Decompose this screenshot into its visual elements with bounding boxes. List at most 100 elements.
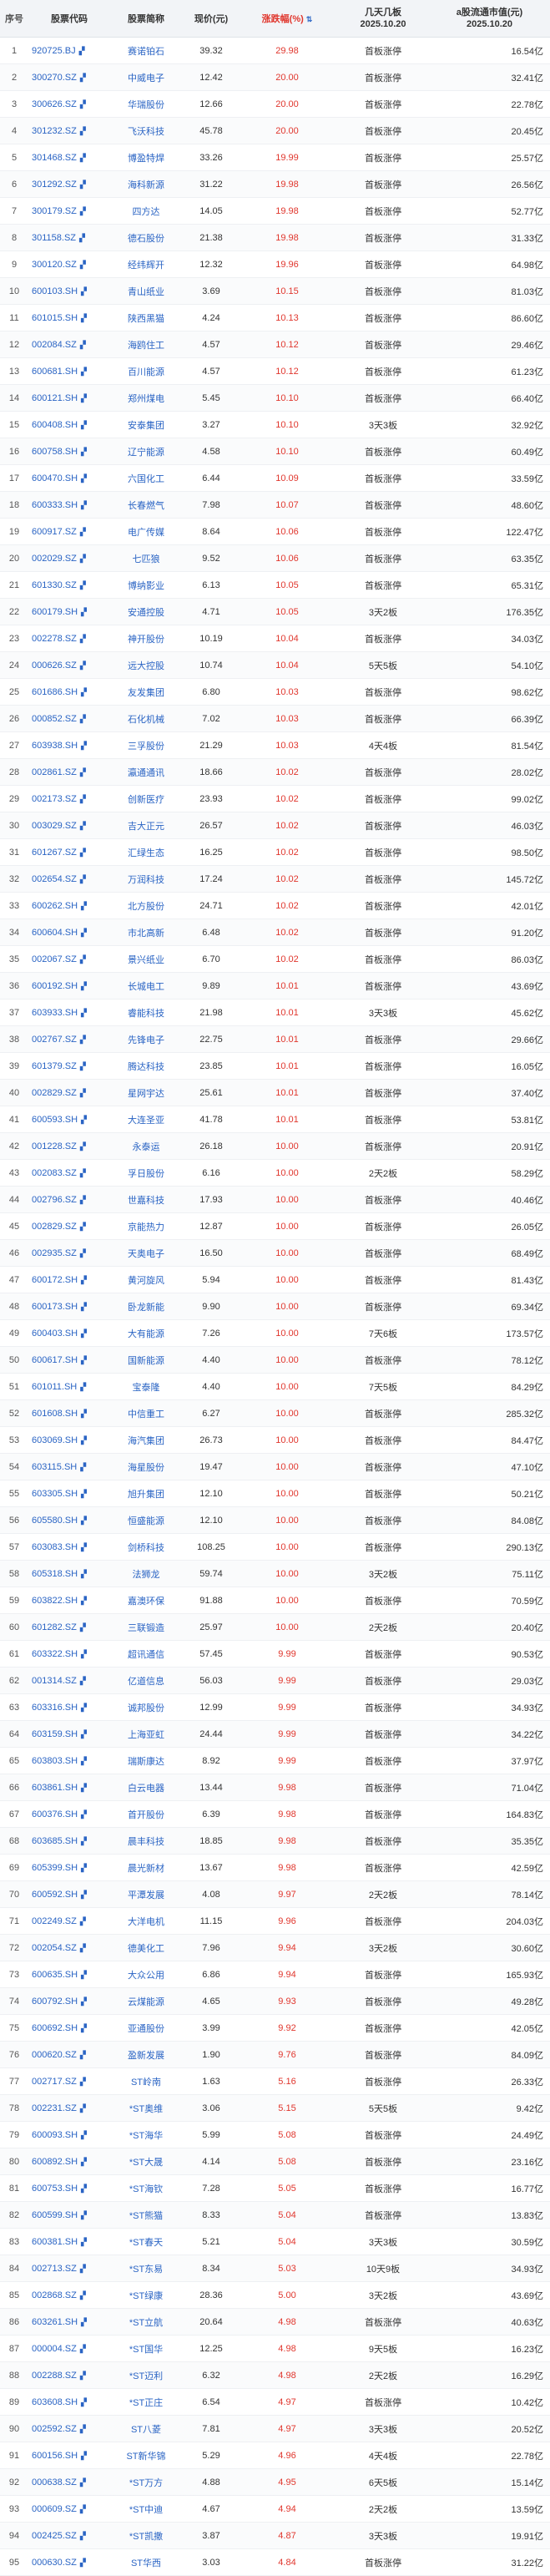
stock-name[interactable]: 宝泰隆 xyxy=(110,1380,182,1394)
chart-icon[interactable]: ▞ xyxy=(81,741,89,750)
stock-name[interactable]: 晨丰科技 xyxy=(110,1835,182,1848)
table-row[interactable]: 40 002829.SZ ▞ 星网宇达 25.61 10.01 首板涨停 37.40亿 xyxy=(0,1080,550,1106)
stock-name[interactable]: 友发集团 xyxy=(110,686,182,699)
table-row[interactable]: 23 002278.SZ ▞ 神开股份 10.19 10.04 首板涨停 34.03亿 xyxy=(0,625,550,652)
stock-code[interactable]: 920725.BJ ▞ xyxy=(28,46,110,56)
stock-code[interactable]: 603069.SH ▞ xyxy=(28,1435,110,1445)
chart-icon[interactable]: ▞ xyxy=(80,154,88,162)
chart-icon[interactable]: ▞ xyxy=(81,2318,89,2326)
stock-code[interactable]: 002083.SZ ▞ xyxy=(28,1168,110,1178)
chart-icon[interactable]: ▞ xyxy=(80,1169,88,1177)
stock-name[interactable]: 安泰集团 xyxy=(110,418,182,432)
stock-name[interactable]: 先锋电子 xyxy=(110,1033,182,1046)
chart-icon[interactable]: ▞ xyxy=(80,2478,88,2487)
stock-name[interactable]: 六国化工 xyxy=(110,472,182,485)
stock-name[interactable]: 远大控股 xyxy=(110,659,182,672)
chart-icon[interactable]: ▞ xyxy=(81,1543,89,1551)
stock-code[interactable]: 603322.SH ▞ xyxy=(28,1649,110,1659)
stock-name[interactable]: 大连圣亚 xyxy=(110,1113,182,1126)
stock-name[interactable]: 海星股份 xyxy=(110,1460,182,1474)
col-header-name[interactable]: 股票简称 xyxy=(110,12,182,25)
table-row[interactable]: 28 002861.SZ ▞ 瀛通通讯 18.66 10.02 首板涨停 28.02亿 xyxy=(0,759,550,786)
stock-code[interactable]: 301158.SZ ▞ xyxy=(28,233,110,243)
stock-code[interactable]: 002713.SZ ▞ xyxy=(28,2264,110,2274)
chart-icon[interactable]: ▞ xyxy=(80,1222,88,1231)
table-row[interactable]: 38 002767.SZ ▞ 先锋电子 22.75 10.01 首板涨停 29.66亿 xyxy=(0,1026,550,1053)
stock-name[interactable]: 经纬辉开 xyxy=(110,258,182,271)
chart-icon[interactable]: ▞ xyxy=(80,795,88,803)
chart-icon[interactable]: ▞ xyxy=(80,1196,88,1204)
stock-code[interactable]: 300626.SZ ▞ xyxy=(28,99,110,109)
table-row[interactable]: 43 002083.SZ ▞ 孚日股份 6.16 10.00 2天2板 58.29亿 xyxy=(0,1160,550,1187)
stock-code[interactable]: 603803.SH ▞ xyxy=(28,1756,110,1766)
stock-name[interactable]: 市北高新 xyxy=(110,926,182,939)
stock-code[interactable]: 002868.SZ ▞ xyxy=(28,2290,110,2300)
table-row[interactable]: 45 002829.SZ ▞ 京能热力 12.87 10.00 首板涨停 26.05亿 xyxy=(0,1213,550,1240)
chart-icon[interactable]: ▞ xyxy=(80,1463,88,1471)
stock-name[interactable]: *ST国华 xyxy=(110,2342,182,2356)
stock-code[interactable]: 600262.SH ▞ xyxy=(28,901,110,911)
stock-code[interactable]: 600172.SH ▞ xyxy=(28,1275,110,1285)
stock-code[interactable]: 001228.SZ ▞ xyxy=(28,1141,110,1151)
stock-code[interactable]: 002054.SZ ▞ xyxy=(28,1943,110,1953)
stock-code[interactable]: 601608.SH ▞ xyxy=(28,1409,110,1419)
table-row[interactable]: 88 002288.SZ ▞ *ST迈利 6.32 4.98 2天2板 16.29亿 xyxy=(0,2362,550,2389)
chart-icon[interactable]: ▞ xyxy=(81,314,89,322)
chart-icon[interactable]: ▞ xyxy=(81,474,89,483)
stock-name[interactable]: 国新能源 xyxy=(110,1354,182,1367)
chart-icon[interactable]: ▞ xyxy=(81,1703,89,1712)
chart-icon[interactable]: ▞ xyxy=(81,1810,89,1819)
stock-name[interactable]: 白云电器 xyxy=(110,1781,182,1794)
stock-name[interactable]: 长春燃气 xyxy=(110,498,182,512)
table-row[interactable]: 42 001228.SZ ▞ 永泰运 26.18 10.00 首板涨停 20.91亿 xyxy=(0,1133,550,1160)
table-row[interactable]: 62 001314.SZ ▞ 亿道信息 56.03 9.99 首板涨停 29.03亿 xyxy=(0,1668,550,1694)
stock-code[interactable]: 603938.SH ▞ xyxy=(28,741,110,751)
table-row[interactable]: 68 603685.SH ▞ 晨丰科技 18.85 9.98 首板涨停 35.35亿 xyxy=(0,1828,550,1855)
stock-name[interactable]: 博纳影业 xyxy=(110,579,182,592)
stock-code[interactable]: 002592.SZ ▞ xyxy=(28,2424,110,2434)
table-row[interactable]: 63 603316.SH ▞ 诚邦股份 12.99 9.99 首板涨停 34.93亿 xyxy=(0,1694,550,1721)
stock-code[interactable]: 605399.SH ▞ xyxy=(28,1863,110,1873)
stock-code[interactable]: 002935.SZ ▞ xyxy=(28,1248,110,1258)
stock-name[interactable]: *ST熊猫 xyxy=(110,2209,182,2222)
table-row[interactable]: 49 600403.SH ▞ 大有能源 7.26 10.00 7天6板 173.57亿 xyxy=(0,1320,550,1347)
stock-name[interactable]: 三孚股份 xyxy=(110,739,182,752)
stock-code[interactable]: 605318.SH ▞ xyxy=(28,1569,110,1579)
chart-icon[interactable]: ▞ xyxy=(81,1650,89,1658)
chart-icon[interactable]: ▞ xyxy=(81,501,89,509)
table-row[interactable]: 8 301158.SZ ▞ 德石股份 21.38 19.98 首板涨停 31.33亿 xyxy=(0,225,550,251)
stock-code[interactable]: 000609.SZ ▞ xyxy=(28,2504,110,2514)
stock-name[interactable]: 瑞斯康达 xyxy=(110,1754,182,1768)
stock-code[interactable]: 600408.SH ▞ xyxy=(28,420,110,430)
stock-code[interactable]: 002861.SZ ▞ xyxy=(28,767,110,777)
stock-name[interactable]: 北方股份 xyxy=(110,899,182,913)
stock-name[interactable]: 法狮龙 xyxy=(110,1567,182,1581)
table-row[interactable]: 59 603822.SH ▞ 嘉澳环保 91.88 10.00 首板涨停 70.59亿 xyxy=(0,1587,550,1614)
stock-name[interactable]: 郑州煤电 xyxy=(110,392,182,405)
stock-name[interactable]: 万润科技 xyxy=(110,873,182,886)
table-row[interactable]: 10 600103.SH ▞ 青山纸业 3.69 10.15 首板涨停 81.03亿 xyxy=(0,278,550,305)
stock-name[interactable]: *ST东易 xyxy=(110,2262,182,2275)
stock-name[interactable]: 石化机械 xyxy=(110,712,182,726)
stock-name[interactable]: 星网宇达 xyxy=(110,1086,182,1100)
stock-code[interactable]: 600333.SH ▞ xyxy=(28,500,110,510)
stock-code[interactable]: 601267.SZ ▞ xyxy=(28,848,110,858)
chart-icon[interactable]: ▞ xyxy=(80,715,88,723)
chart-icon[interactable]: ▞ xyxy=(81,367,89,376)
table-row[interactable]: 21 601330.SZ ▞ 博纳影业 6.13 10.05 首板涨停 65.31亿 xyxy=(0,572,550,599)
stock-name[interactable]: 孚日股份 xyxy=(110,1167,182,1180)
stock-code[interactable]: 002717.SZ ▞ xyxy=(28,2077,110,2087)
chart-icon[interactable]: ▞ xyxy=(81,1837,89,1845)
chart-icon[interactable]: ▞ xyxy=(80,341,88,349)
stock-code[interactable]: 600173.SH ▞ xyxy=(28,1302,110,1312)
table-row[interactable]: 52 601608.SH ▞ 中信重工 6.27 10.00 首板涨停 285.32亿 xyxy=(0,1400,550,1427)
stock-code[interactable]: 601686.SH ▞ xyxy=(28,687,110,697)
stock-code[interactable]: 600093.SH ▞ xyxy=(28,2130,110,2140)
table-row[interactable]: 94 002425.SZ ▞ *ST凯撒 3.87 4.87 3天3板 19.91亿 xyxy=(0,2523,550,2549)
stock-name[interactable]: 青山纸业 xyxy=(110,285,182,298)
stock-name[interactable]: 大有能源 xyxy=(110,1327,182,1340)
stock-code[interactable]: 002796.SZ ▞ xyxy=(28,1195,110,1205)
stock-name[interactable]: *ST迈利 xyxy=(110,2369,182,2382)
table-row[interactable]: 32 002654.SZ ▞ 万润科技 17.24 10.02 首板涨停 145.72亿 xyxy=(0,866,550,893)
chart-icon[interactable]: ▞ xyxy=(80,955,88,964)
